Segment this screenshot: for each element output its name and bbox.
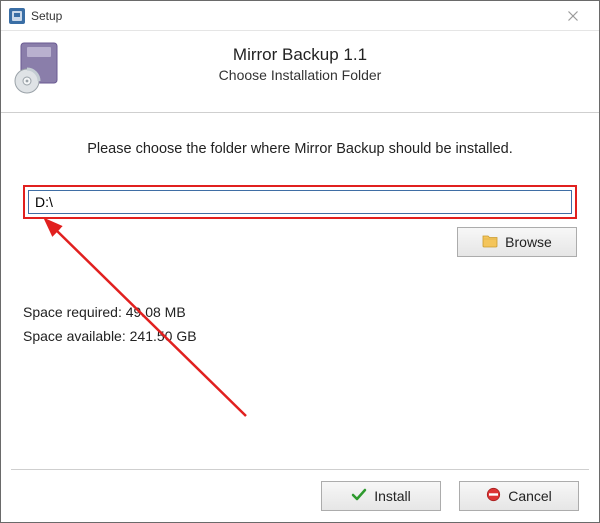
wizard-header: Mirror Backup 1.1 Choose Installation Fo…: [1, 31, 599, 113]
window-title: Setup: [31, 9, 551, 23]
setup-window: Setup Mirror Backup 1.1 Ch: [0, 0, 600, 523]
titlebar: Setup: [1, 1, 599, 31]
instruction-text: Please choose the folder where Mirror Ba…: [23, 141, 577, 157]
setup-app-icon: [9, 8, 25, 24]
check-icon: [351, 488, 367, 505]
prohibit-icon: [486, 487, 501, 505]
product-icon: [13, 39, 69, 106]
space-required-value: 49.08 MB: [126, 304, 186, 320]
space-available-value: 241.50 GB: [130, 328, 197, 344]
disk-space-info: Space required: 49.08 MB Space available…: [23, 301, 577, 349]
window-close-button[interactable]: [551, 2, 595, 30]
cancel-button[interactable]: Cancel: [459, 481, 579, 511]
product-title: Mirror Backup 1.1: [69, 45, 531, 65]
install-path-input[interactable]: [28, 190, 572, 214]
page-subtitle: Choose Installation Folder: [69, 67, 531, 83]
space-available-row: Space available: 241.50 GB: [23, 325, 577, 349]
path-highlight-box: [23, 185, 577, 219]
folder-icon: [482, 234, 498, 251]
install-label: Install: [374, 488, 411, 504]
cancel-label: Cancel: [508, 488, 552, 504]
wizard-body: Please choose the folder where Mirror Ba…: [1, 113, 599, 469]
install-button[interactable]: Install: [321, 481, 441, 511]
space-required-label: Space required:: [23, 304, 122, 320]
wizard-footer: Install Cancel: [1, 470, 599, 522]
browse-label: Browse: [505, 234, 552, 250]
space-available-label: Space available:: [23, 328, 126, 344]
browse-button[interactable]: Browse: [457, 227, 577, 257]
space-required-row: Space required: 49.08 MB: [23, 301, 577, 325]
